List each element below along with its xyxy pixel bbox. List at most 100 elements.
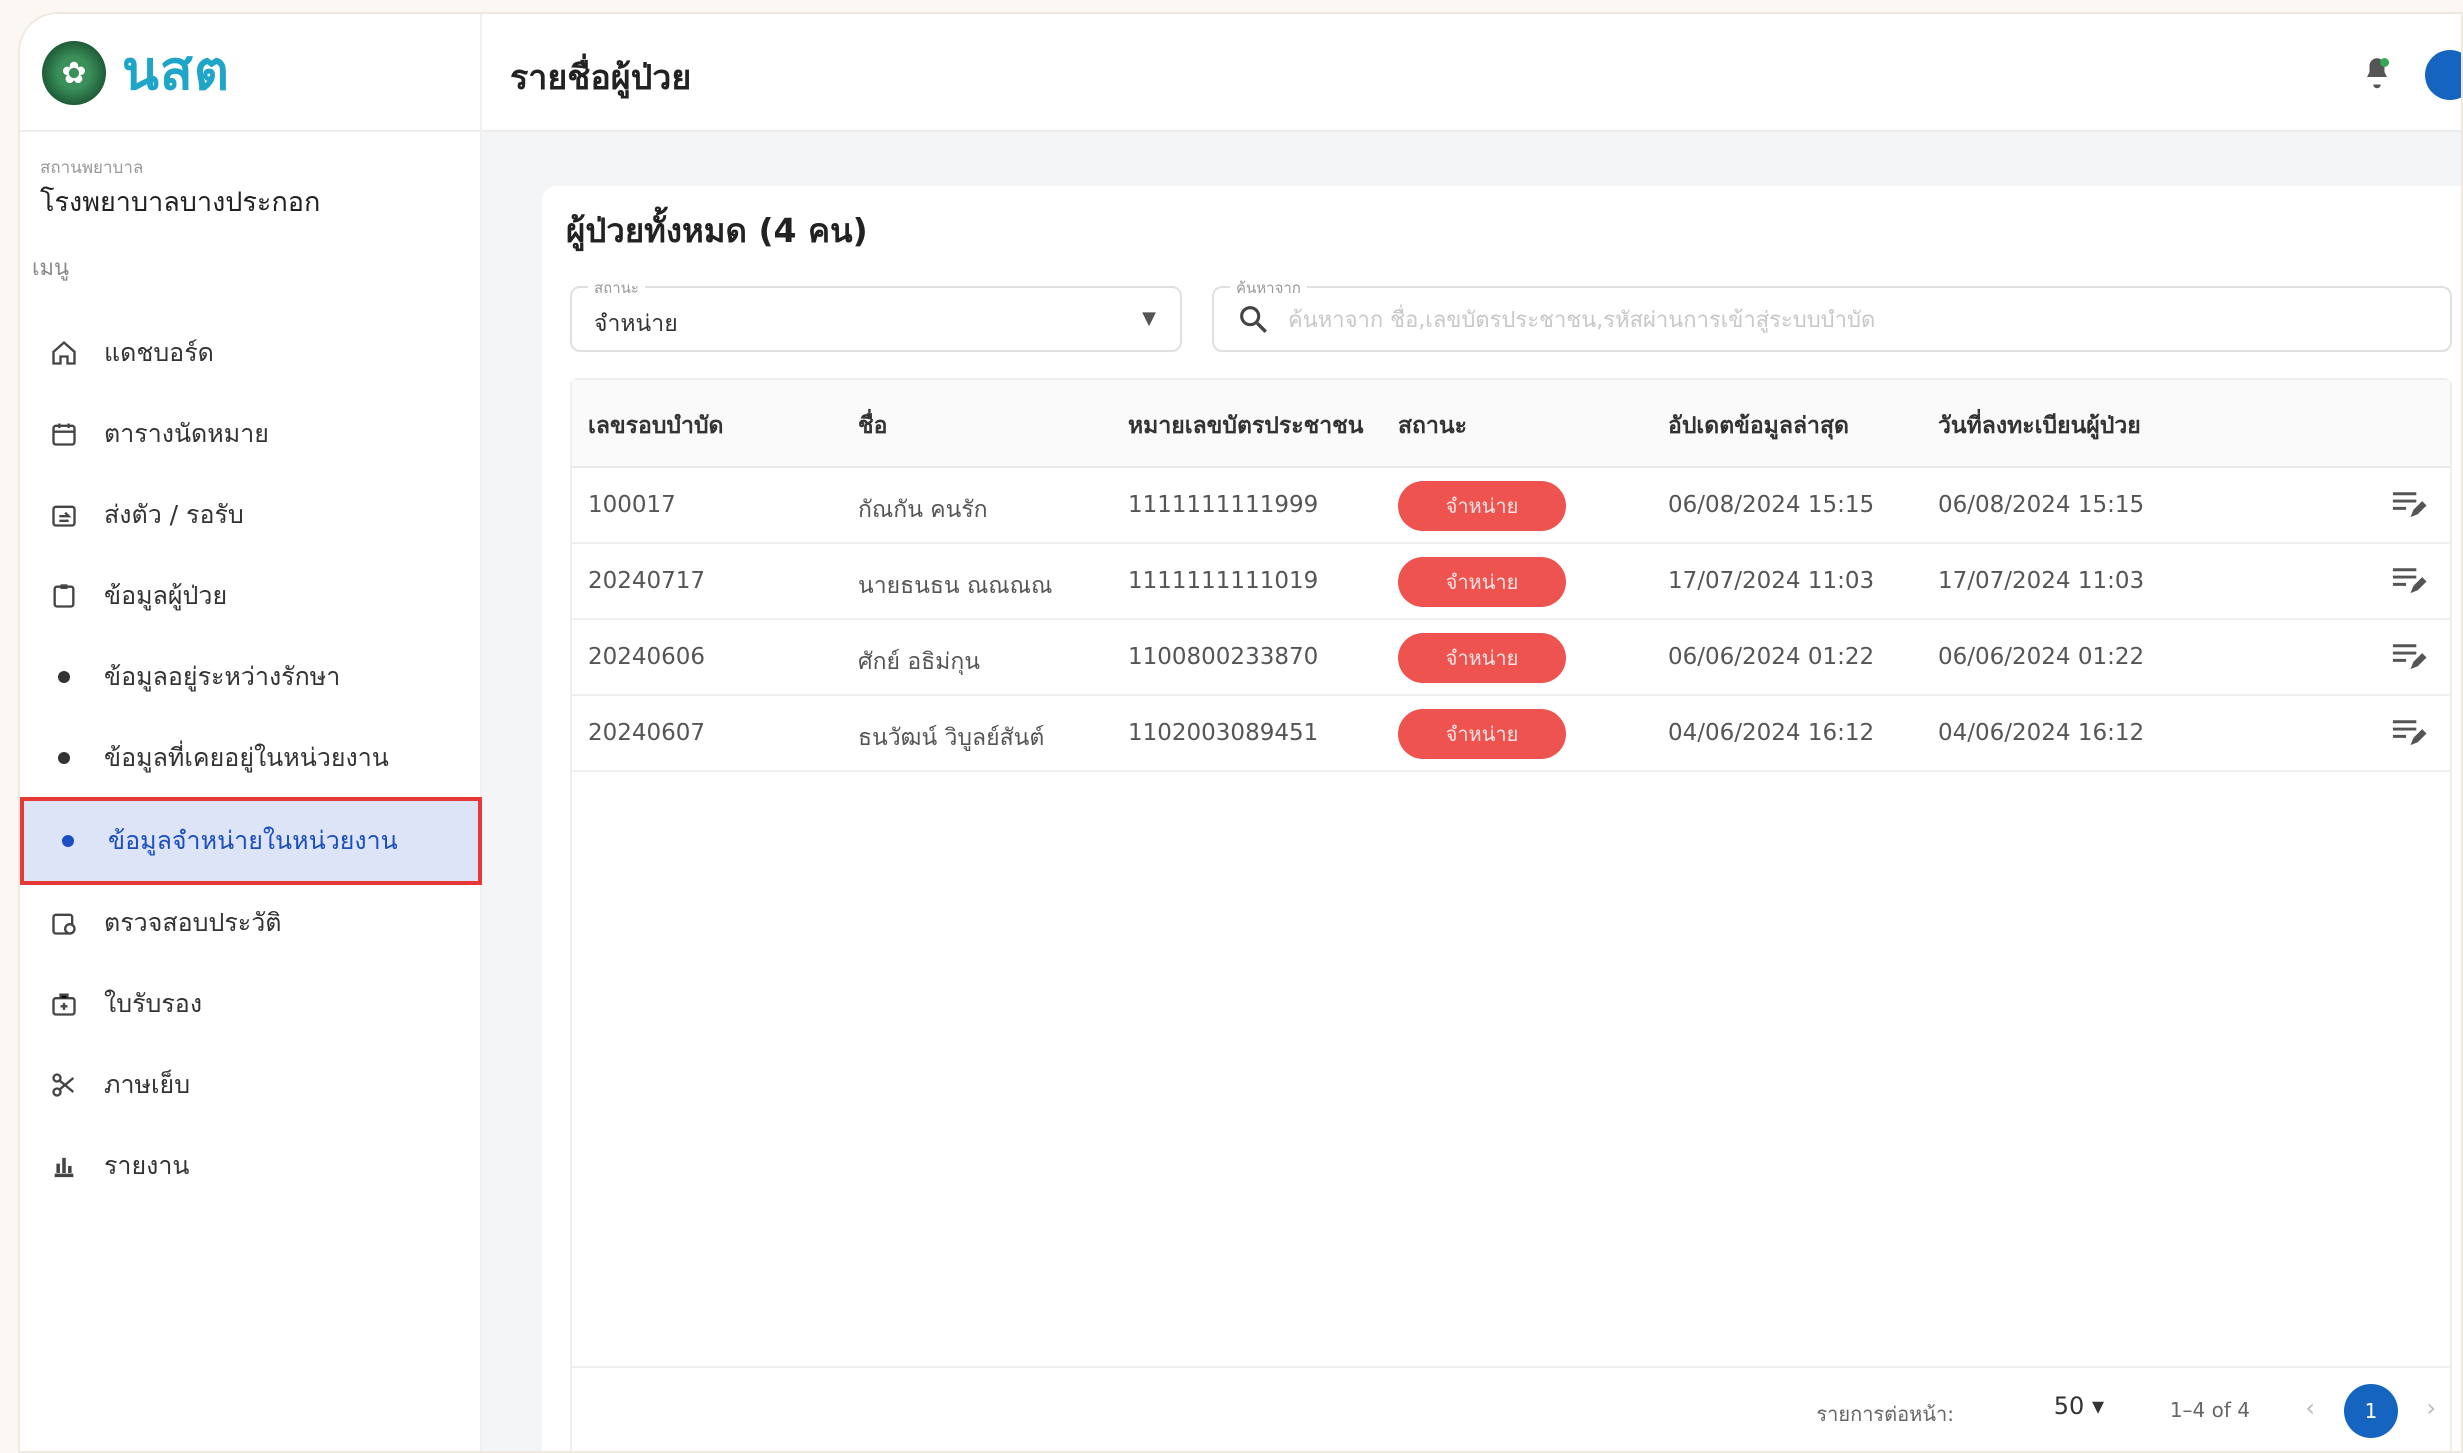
edit-list-icon[interactable] xyxy=(2390,714,2428,754)
sidebar-item-label: ตารางนัดหมาย xyxy=(104,419,269,448)
notification-dot xyxy=(2380,58,2389,67)
sidebar-item-former[interactable]: ข้อมูลที่เคยอยู่ในหน่วยงาน xyxy=(20,717,482,799)
edit-list-icon[interactable] xyxy=(2390,562,2428,602)
cell-round: 20240606 xyxy=(588,644,706,670)
sidebar-item-patients[interactable]: ข้อมูลผู้ป่วย xyxy=(20,555,482,637)
bullet-dot-icon xyxy=(58,671,70,683)
search-legend: ค้นหาจาก xyxy=(1230,276,1307,300)
sidebar-item-label: ข้อมูลผู้ป่วย xyxy=(104,581,228,610)
column-header-citizen-id[interactable]: หมายเลขบัตรประชาชน xyxy=(1128,408,1363,444)
hospital-label: สถานพยาบาล xyxy=(40,158,144,178)
logo-area: ✿ นสต xyxy=(20,14,482,132)
status-filter-select[interactable]: สถานะ จำหน่าย ▼ xyxy=(570,276,1182,352)
edit-list-icon[interactable] xyxy=(2390,638,2428,678)
cell-registered: 06/08/2024 15:15 xyxy=(1938,492,2145,518)
sidebar-item-label: แดชบอร์ด xyxy=(104,338,214,367)
cell-name: ศักย์ อธิม่กุน xyxy=(858,649,980,675)
table-pagination: รายการต่อหน้า: 50 ▾ 1–4 of 4 ‹ 1 › xyxy=(572,1366,2450,1451)
certificate-icon xyxy=(46,990,82,1018)
report-icon xyxy=(46,1152,82,1180)
cell-name: กัณกัน คนรัก xyxy=(858,497,988,523)
table-header: เลขรอบบำบัด ชื่อ หมายเลขบัตรประชาชน สถาน… xyxy=(572,380,2450,468)
sidebar-item-dashboard[interactable]: แดชบอร์ด xyxy=(20,312,482,394)
top-bar: ✿ นสต รายชื่อผู้ป่วย xyxy=(20,14,2461,132)
page-button-current[interactable]: 1 xyxy=(2344,1384,2398,1438)
sidebar-item-appointments[interactable]: ตารางนัดหมาย xyxy=(20,393,482,475)
cell-registered: 06/06/2024 01:22 xyxy=(1938,644,2145,670)
transfer-icon xyxy=(46,501,82,529)
rows-per-page-value: 50 xyxy=(2053,1392,2085,1420)
cell-citizen-id: 1111111111999 xyxy=(1128,492,1319,518)
column-header-registered[interactable]: วันที่ลงทะเบียนผู้ป่วย xyxy=(1938,408,2141,444)
status-badge: จำหน่าย xyxy=(1398,481,1566,531)
brand-name: นสต xyxy=(122,39,230,102)
cell-updated: 17/07/2024 11:03 xyxy=(1668,568,1875,594)
chevron-left-icon[interactable]: ‹ xyxy=(2305,1394,2315,1422)
sidebar-item-tools[interactable]: ภาษเย็บ xyxy=(20,1044,482,1126)
sidebar-item-label: ส่งตัว / รอรับ xyxy=(104,500,244,529)
cell-round: 100017 xyxy=(588,492,676,518)
user-avatar[interactable] xyxy=(2425,50,2461,100)
cell-updated: 06/06/2024 01:22 xyxy=(1668,644,1875,670)
search-icon xyxy=(1236,302,1270,340)
status-badge: จำหน่าย xyxy=(1398,709,1566,759)
column-header-status[interactable]: สถานะ xyxy=(1398,408,1467,444)
table-row[interactable]: 100017 กัณกัน คนรัก 1111111111999 จำหน่า… xyxy=(572,468,2450,544)
sidebar-item-label: รายงาน xyxy=(104,1151,190,1180)
sidebar-item-in-treatment[interactable]: ข้อมูลอยู่ระหว่างรักษา xyxy=(20,636,482,718)
sidebar-item-label: ข้อมูลที่เคยอยู่ในหน่วยงาน xyxy=(104,743,389,772)
chevron-down-icon: ▼ xyxy=(1142,308,1156,329)
patients-table: เลขรอบบำบัด ชื่อ หมายเลขบัตรประชาชน สถาน… xyxy=(570,378,2452,1451)
sidebar-item-label: ตรวจสอบประวัติ xyxy=(104,908,282,937)
sidebar-item-label: ข้อมูลอยู่ระหว่างรักษา xyxy=(104,662,341,691)
app-window: ✿ นสต รายชื่อผู้ป่วย สถานพยาบาล โรงพยาบา… xyxy=(18,12,2463,1453)
cell-updated: 04/06/2024 16:12 xyxy=(1668,720,1875,746)
bullet-dot-icon xyxy=(58,752,70,764)
status-filter-value: จำหน่าย xyxy=(594,311,678,337)
search-input[interactable] xyxy=(1288,300,2428,340)
status-badge: จำหน่าย xyxy=(1398,557,1566,607)
search-field[interactable]: ค้นหาจาก xyxy=(1212,276,2452,352)
hospital-name: โรงพยาบาลบางประกอก xyxy=(40,187,321,218)
home-icon xyxy=(46,339,82,367)
cell-registered: 17/07/2024 11:03 xyxy=(1938,568,2145,594)
cell-registered: 04/06/2024 16:12 xyxy=(1938,720,2145,746)
menu-label: เมนู xyxy=(32,256,70,281)
cell-name: นายธนธน ณณณณ xyxy=(858,573,1053,599)
edit-list-icon[interactable] xyxy=(2390,486,2428,526)
table-row[interactable]: 20240607 ธนวัฒน์ วิบูลย์สันต์ 1102003089… xyxy=(572,696,2450,772)
card-title: ผู้ป่วยทั้งหมด (4 คน) xyxy=(566,211,868,250)
column-header-updated[interactable]: อัปเดตข้อมูลล่าสุด xyxy=(1668,408,1849,444)
patients-card: ผู้ป่วยทั้งหมด (4 คน) สถานะ จำหน่าย ▼ ค้… xyxy=(542,186,2461,1451)
status-filter-legend: สถานะ xyxy=(588,276,645,300)
sidebar-item-discharged[interactable]: ข้อมูลจำหน่ายในหน่วยงาน xyxy=(20,797,482,885)
cell-updated: 06/08/2024 15:15 xyxy=(1668,492,1875,518)
table-row[interactable]: 20240717 นายธนธน ณณณณ 1111111111019 จำหน… xyxy=(572,544,2450,620)
notification-bell-icon[interactable] xyxy=(2357,52,2397,92)
column-header-name[interactable]: ชื่อ xyxy=(858,408,887,444)
chevron-right-icon[interactable]: › xyxy=(2426,1394,2436,1422)
cell-citizen-id: 1111111111019 xyxy=(1128,568,1319,594)
sidebar-item-transfer[interactable]: ส่งตัว / รอรับ xyxy=(20,474,482,556)
sidebar-item-label: ภาษเย็บ xyxy=(104,1070,191,1099)
column-header-round[interactable]: เลขรอบบำบัด xyxy=(588,408,724,444)
cell-round: 20240717 xyxy=(588,568,706,594)
page-range: 1–4 of 4 xyxy=(2169,1398,2250,1422)
brand-logo: นสต xyxy=(122,44,230,102)
cell-name: ธนวัฒน์ วิบูลย์สันต์ xyxy=(858,725,1045,751)
sidebar-item-history[interactable]: ตรวจสอบประวัติ xyxy=(20,882,482,964)
scissors-icon xyxy=(46,1071,82,1099)
cell-citizen-id: 1102003089451 xyxy=(1128,720,1319,746)
history-icon xyxy=(46,909,82,937)
status-badge: จำหน่าย xyxy=(1398,633,1566,683)
sidebar-item-label: ข้อมูลจำหน่ายในหน่วยงาน xyxy=(108,826,398,855)
ministry-emblem-icon: ✿ xyxy=(42,41,106,105)
main-content: ผู้ป่วยทั้งหมด (4 คน) สถานะ จำหน่าย ▼ ค้… xyxy=(482,132,2461,1451)
sidebar-item-certificate[interactable]: ใบรับรอง xyxy=(20,963,482,1045)
rows-per-page-select[interactable]: 50 ▾ xyxy=(2054,1392,2104,1420)
table-row[interactable]: 20240606 ศักย์ อธิม่กุน 1100800233870 จำ… xyxy=(572,620,2450,696)
sidebar-item-report[interactable]: รายงาน xyxy=(20,1125,482,1207)
calendar-icon xyxy=(46,420,82,448)
sidebar-item-label: ใบรับรอง xyxy=(104,989,203,1018)
patient-icon xyxy=(46,582,82,610)
